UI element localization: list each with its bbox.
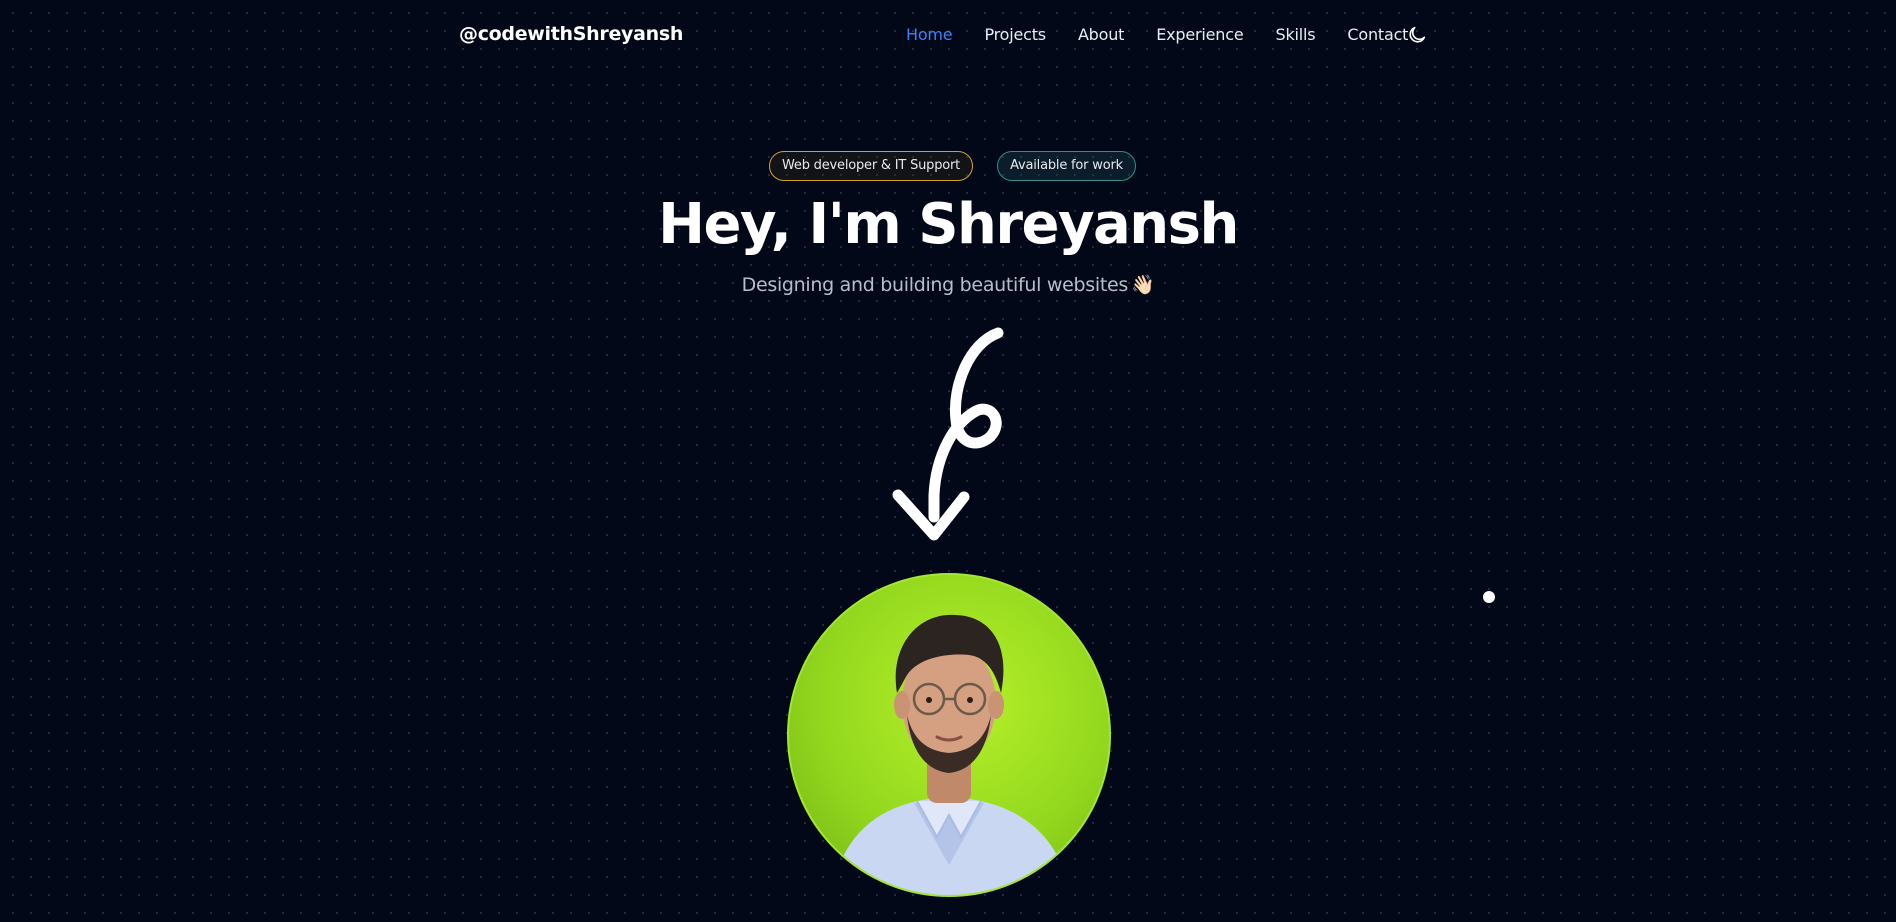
nav-link-about[interactable]: About bbox=[1078, 25, 1125, 44]
profile-photo bbox=[787, 573, 1111, 897]
nav-link-skills[interactable]: Skills bbox=[1275, 25, 1315, 44]
nav-link-experience[interactable]: Experience bbox=[1156, 25, 1243, 44]
hero-headline: Hey, I'm Shreyansh bbox=[658, 192, 1239, 257]
moon-icon bbox=[1409, 26, 1426, 43]
nav-link-projects[interactable]: Projects bbox=[984, 25, 1046, 44]
hero-badges: Web developer & IT Support Available for… bbox=[769, 151, 1136, 181]
nav-link-home[interactable]: Home bbox=[906, 25, 953, 44]
brand-logo[interactable]: @codewithShreyansh bbox=[459, 23, 683, 45]
navbar: @codewithShreyansh Home Projects About E… bbox=[0, 0, 1896, 70]
nav-links: Home Projects About Experience Skills Co… bbox=[906, 25, 1440, 44]
theme-toggle-button[interactable] bbox=[1406, 24, 1428, 46]
nav-link-contact[interactable]: Contact bbox=[1347, 25, 1408, 44]
hero-subtitle-row: Designing and building beautiful website… bbox=[0, 273, 1896, 296]
hero-subtitle: Designing and building beautiful website… bbox=[741, 274, 1129, 296]
curly-arrow-down-icon bbox=[892, 327, 1004, 541]
waving-hand-icon: 👋🏻 bbox=[1131, 274, 1155, 296]
person-portrait-icon bbox=[830, 614, 1072, 895]
cursor-dot bbox=[1483, 591, 1495, 603]
availability-badge: Available for work bbox=[997, 151, 1136, 181]
role-badge: Web developer & IT Support bbox=[769, 151, 974, 181]
